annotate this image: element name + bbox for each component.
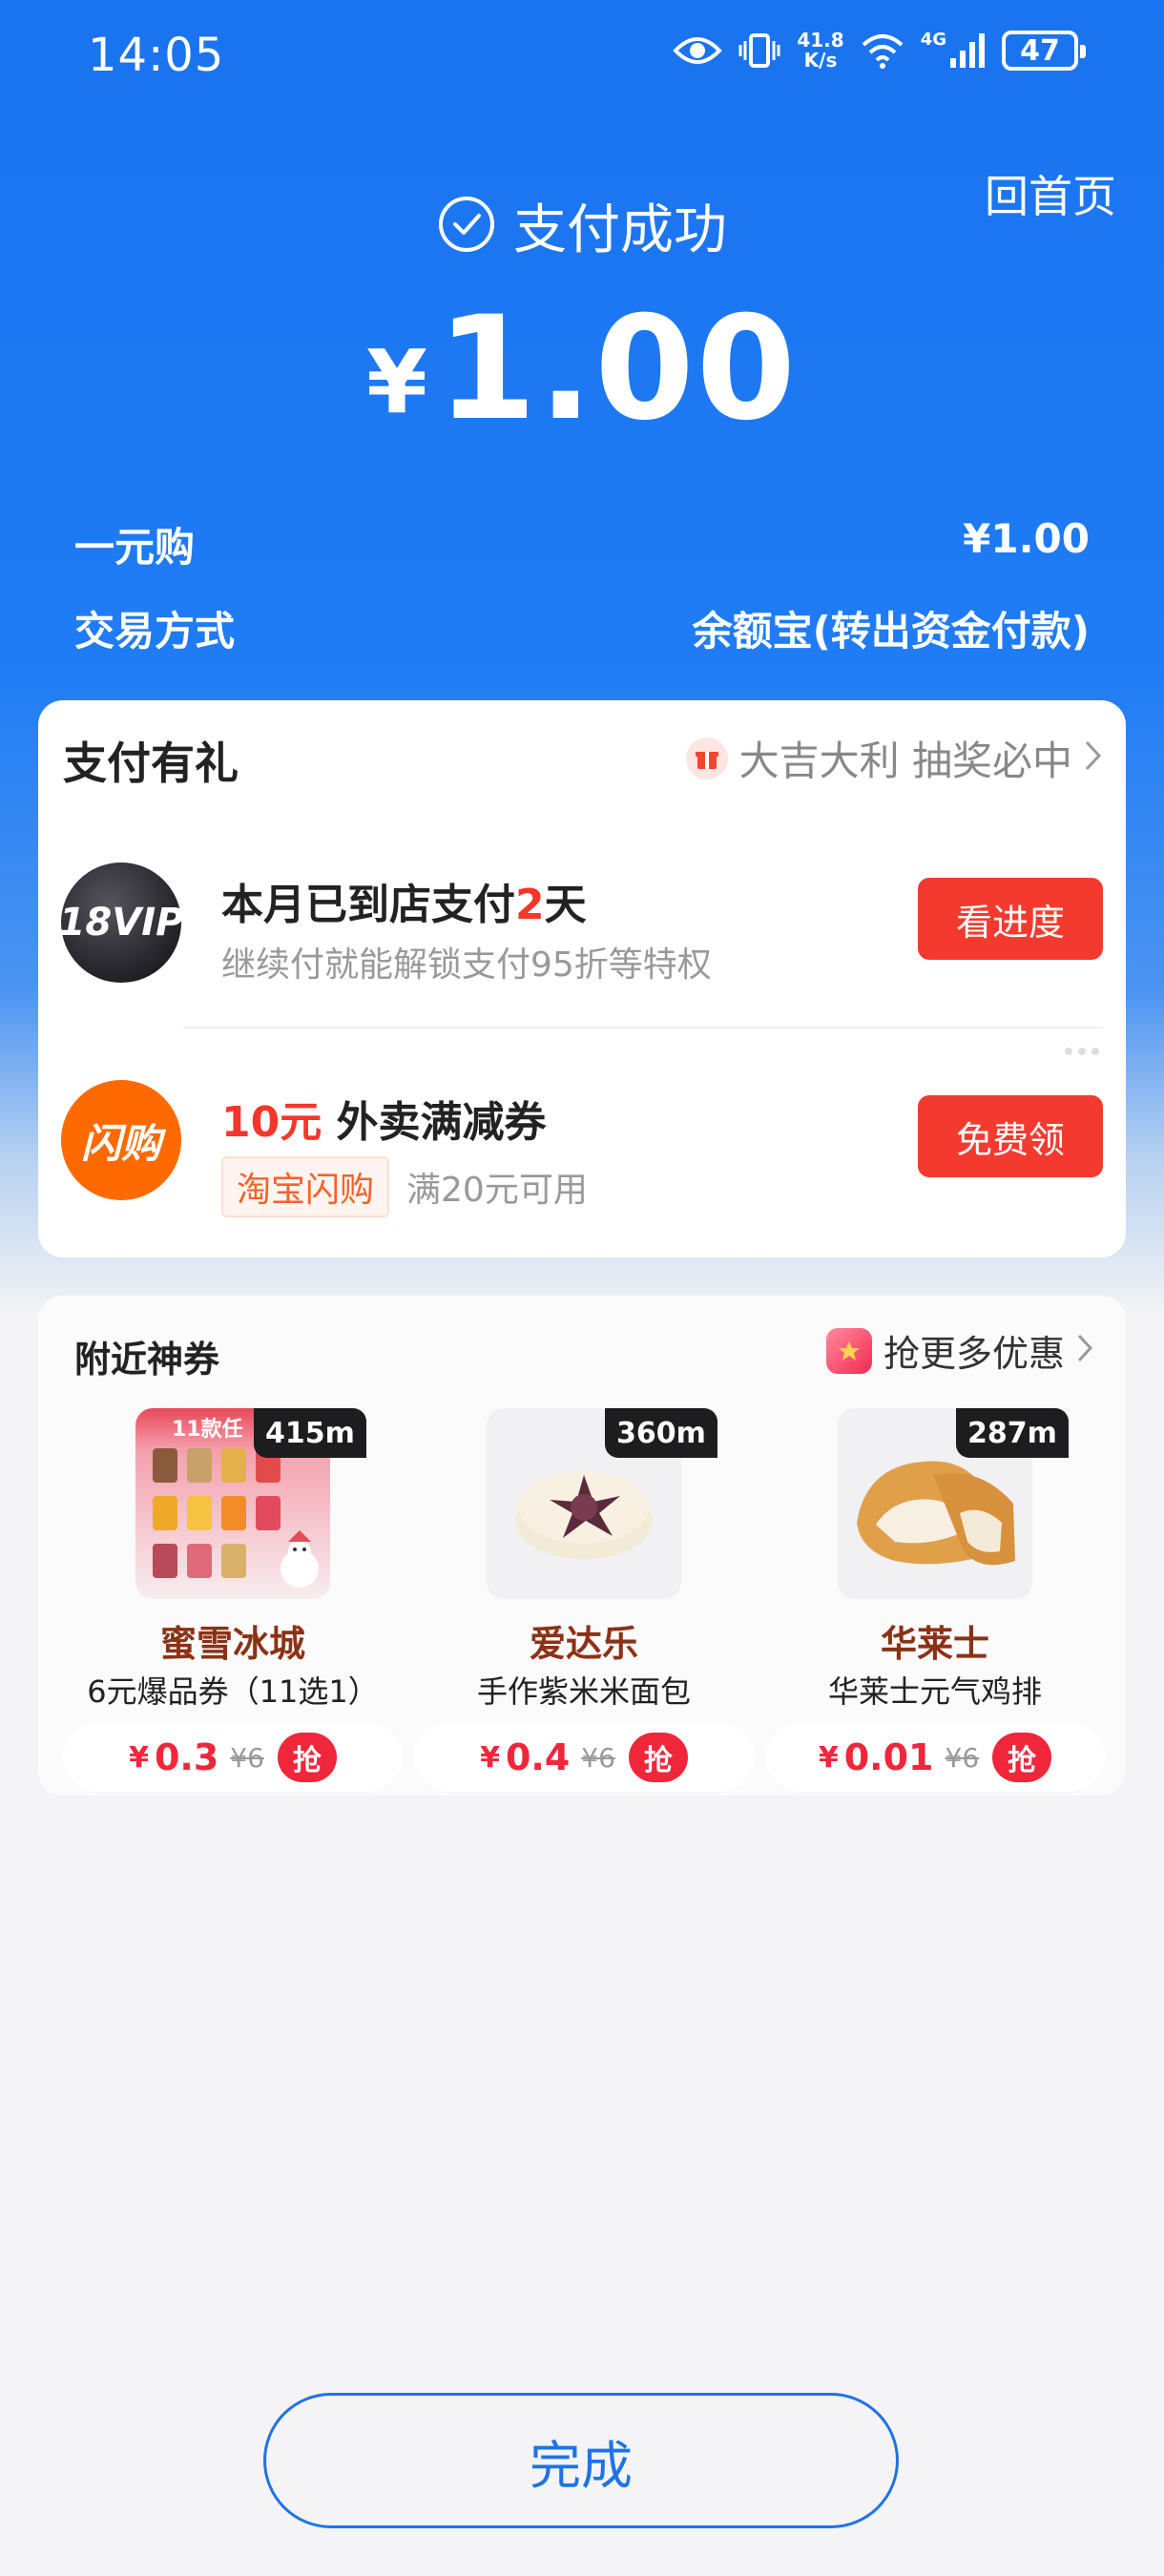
currency-symbol: ¥	[365, 331, 427, 433]
more-deals-label: 抢更多优惠	[883, 1333, 1065, 1375]
original-price: ¥6	[230, 1741, 264, 1774]
signal-icon: 4G	[921, 31, 987, 70]
red-envelope-icon	[825, 1327, 872, 1374]
nearby-coupons-card: 附近神券 抢更多优惠 11款任 415m 蜜雪冰城 6元爆品券（11选1） ¥ …	[38, 1296, 1126, 1796]
price-currency: ¥	[480, 1740, 500, 1775]
flash-coupon-row: 闪购 10元 外卖满减券 淘宝闪购 满20元可用 免费领	[61, 1063, 1103, 1217]
detail-label: 交易方式	[74, 608, 236, 654]
chevron-right-icon	[1076, 1330, 1093, 1372]
vip-progress-title: 本月已到店支付2天	[221, 870, 587, 931]
coupon-amount: 10元	[221, 1098, 322, 1147]
network-type: 4G	[920, 30, 946, 50]
product-name: 华莱士元气鸡排	[827, 1673, 1042, 1710]
wifi-icon	[860, 31, 905, 70]
coupon-type: 外卖满减券	[322, 1098, 547, 1147]
net-speed-unit: K/s	[803, 49, 838, 72]
vip-badge: 18VIP	[59, 862, 183, 983]
product-name: 手作紫米米面包	[476, 1673, 691, 1710]
grab-button[interactable]: 抢	[277, 1733, 337, 1782]
amount-value: 1.00	[436, 286, 799, 452]
success-row: 支付成功	[0, 187, 1164, 264]
title-suffix: 天	[544, 881, 587, 929]
deal-price: 0.3	[154, 1736, 219, 1778]
distance-badge: 360m	[605, 1408, 717, 1458]
divider	[183, 1027, 1103, 1028]
coupon-source-tag: 淘宝闪购	[221, 1156, 390, 1217]
view-progress-button[interactable]: 看进度	[918, 878, 1103, 960]
deal-price: 0.4	[505, 1736, 571, 1778]
grab-button[interactable]: 抢	[628, 1733, 688, 1782]
shop-name: 华莱士	[880, 1623, 989, 1665]
shop-name: 爱达乐	[529, 1623, 638, 1665]
detail-value: ¥1.00	[963, 515, 1090, 562]
more-deals-link[interactable]: 抢更多优惠	[825, 1324, 1093, 1377]
grab-button[interactable]: 抢	[992, 1733, 1052, 1782]
done-button[interactable]: 完成	[263, 2393, 899, 2528]
price-currency: ¥	[818, 1740, 839, 1775]
detail-label: 一元购	[74, 524, 196, 571]
chevron-right-icon	[1084, 735, 1103, 781]
detail-value: 余额宝(转出资金付款)	[692, 608, 1090, 654]
deal-banner-text: 11款任	[172, 1418, 243, 1442]
days-count: 2	[515, 881, 545, 929]
payment-gift-card: 支付有礼 大吉大利 抽奖必中 18VIP 本月已到店支付2天 继续付就能解锁支付…	[38, 700, 1126, 1257]
success-text: 支付成功	[513, 199, 727, 261]
coupon-title: 10元 外卖满减券	[221, 1088, 547, 1149]
deal-card[interactable]: 360m 爱达乐 手作紫米米面包 ¥ 0.4 ¥6 抢	[414, 1408, 767, 1792]
detail-row-payment-method: 交易方式 余额宝(转出资金付款)	[74, 599, 1090, 657]
eye-icon	[673, 33, 723, 68]
distance-badge: 415m	[254, 1408, 366, 1458]
price-currency: ¥	[129, 1740, 149, 1775]
gift-section-title: 支付有礼	[63, 737, 239, 789]
status-time: 14:05	[88, 29, 225, 82]
lottery-link[interactable]: 大吉大利 抽奖必中	[685, 729, 1103, 787]
deal-card[interactable]: 11款任 415m 蜜雪冰城 6元爆品券（11选1） ¥ 0.3 ¥6 抢	[63, 1408, 416, 1792]
status-bar: 14:05 41.8 K/s 4G 47	[0, 0, 1164, 114]
coupon-condition: 满20元可用	[406, 1171, 588, 1210]
claim-free-button[interactable]: 免费领	[918, 1095, 1103, 1177]
net-speed: 41.8 K/s	[797, 31, 843, 71]
price-pill[interactable]: ¥ 0.3 ¥6 抢	[63, 1723, 403, 1792]
price-pill[interactable]: ¥ 0.01 ¥6 抢	[765, 1723, 1105, 1792]
net-speed-value: 41.8	[797, 29, 844, 52]
payment-amount: ¥1.00	[0, 286, 1164, 452]
gift-box-icon	[685, 737, 728, 779]
battery-indicator: 47	[1002, 31, 1086, 71]
title-prefix: 本月已到店支付	[221, 881, 515, 929]
original-price: ¥6	[945, 1741, 980, 1774]
coupon-tag-line: 淘宝闪购 满20元可用	[221, 1156, 588, 1217]
original-price: ¥6	[581, 1741, 615, 1774]
battery-level: 47	[1020, 33, 1060, 68]
product-name: 6元爆品券（11选1）	[87, 1673, 379, 1710]
detail-row-item: 一元购 ¥1.00	[74, 515, 1090, 573]
vibrate-icon	[738, 31, 781, 70]
nearby-title: 附近神券	[74, 1339, 220, 1381]
vip-progress-subtitle: 继续付就能解锁支付95折等特权	[221, 945, 712, 985]
more-dots-icon	[1065, 1048, 1099, 1055]
deal-price: 0.01	[843, 1736, 934, 1778]
status-icons: 41.8 K/s 4G 47	[673, 31, 1086, 71]
vip-progress-row: 18VIP 本月已到店支付2天 继续付就能解锁支付95折等特权 看进度	[59, 845, 1103, 988]
shop-name: 蜜雪冰城	[159, 1623, 305, 1665]
distance-badge: 287m	[956, 1408, 1069, 1458]
check-circle-icon	[437, 195, 496, 258]
price-pill[interactable]: ¥ 0.4 ¥6 抢	[414, 1723, 754, 1792]
lottery-text: 大吉大利 抽奖必中	[738, 737, 1072, 784]
deal-card[interactable]: 287m 华莱士 华莱士元气鸡排 ¥ 0.01 ¥6 抢	[765, 1408, 1118, 1792]
flash-buy-badge: 闪购	[61, 1080, 181, 1200]
